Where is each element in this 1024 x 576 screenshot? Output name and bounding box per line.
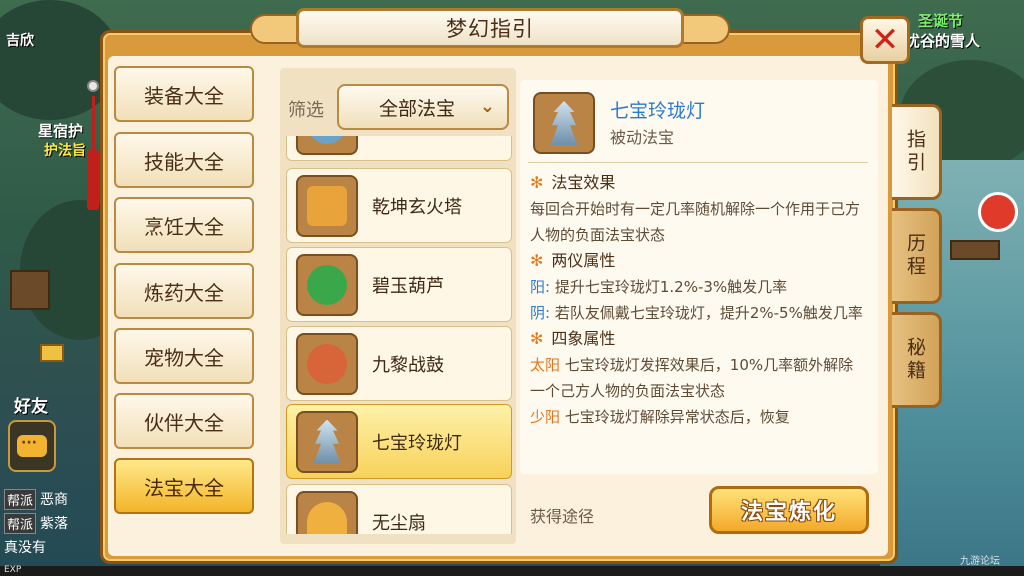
- menu-equipment[interactable]: 装备大全: [114, 66, 254, 122]
- section-heading: ✻ 两仪属性: [530, 248, 866, 274]
- menu-cooking[interactable]: 烹饪大全: [114, 197, 254, 253]
- friends-button[interactable]: 好友: [14, 392, 48, 417]
- flower-icon: ✻: [530, 173, 544, 192]
- tab-history[interactable]: 历程: [892, 208, 942, 304]
- list-item[interactable]: 无尘扇: [286, 484, 512, 534]
- menu-pets[interactable]: 宠物大全: [114, 328, 254, 384]
- treasure-type: 被动法宝: [610, 128, 675, 147]
- filter-dropdown[interactable]: 全部法宝 ⌄: [337, 84, 509, 130]
- chevron-down-icon: ⌄: [479, 96, 495, 117]
- taiyang-label: 太阳: [530, 356, 561, 374]
- obtain-method-label[interactable]: 获得途径: [530, 503, 594, 527]
- item-name: 乾坤玄火塔: [372, 196, 462, 218]
- filter-value: 全部法宝: [379, 97, 456, 120]
- exp-bar: EXP: [0, 565, 1024, 576]
- effect-title: 法宝效果: [551, 173, 616, 192]
- drum-icon: [296, 332, 358, 395]
- chat-message: 恶商: [40, 492, 69, 508]
- chat-row: 真没有: [0, 535, 100, 559]
- shaoyang-line: 少阳 七宝玲珑灯解除异常状态后，恢复: [530, 404, 866, 430]
- beast-icon: [296, 136, 358, 155]
- two-poles-title: 两仪属性: [551, 251, 616, 270]
- filter-label: 筛选: [288, 100, 324, 121]
- item-name: 七宝玲珑灯: [372, 432, 462, 454]
- chat-bubble-icon: [17, 435, 47, 457]
- refine-button[interactable]: 法宝炼化: [709, 486, 869, 534]
- gourd-icon: [296, 253, 358, 316]
- treasure-name: 七宝玲珑灯: [610, 100, 706, 122]
- treasure-description[interactable]: ✻ 法宝效果 每回合开始时有一定几率随机解除一个作用于己方人物的负面法宝状态 ✻…: [530, 170, 866, 430]
- yin-line: 阴: 若队友佩戴七宝玲珑灯，提升2%-5%触发几率: [530, 300, 866, 326]
- menu-treasures[interactable]: 法宝大全: [114, 458, 254, 514]
- title-banner: 梦幻指引: [250, 6, 730, 50]
- chat-button[interactable]: [8, 420, 56, 472]
- tab-secrets[interactable]: 秘籍: [892, 312, 942, 408]
- hud-player-name: 吉欣: [6, 33, 34, 49]
- yang-label: 阳:: [530, 278, 551, 296]
- taiyang-line: 太阳 七宝玲珑灯发挥效果后，10%几率额外解除一个己方人物的负面法宝状态: [530, 352, 866, 404]
- four-symbols-title: 四象属性: [551, 329, 616, 348]
- chat-message: 紫落: [40, 516, 69, 532]
- yang-line: 阳: 提升七宝玲珑灯1.2%-3%触发几率: [530, 274, 866, 300]
- yin-text: 若队友佩戴七宝玲珑灯，提升2%-5%触发几率: [554, 304, 863, 322]
- close-icon: ✕: [870, 20, 900, 60]
- yang-text: 提升七宝玲珑灯1.2%-3%触发几率: [554, 278, 788, 296]
- fire-tower-icon: [296, 174, 358, 237]
- lantern-icon: [533, 92, 595, 154]
- item-name: 九黎战鼓: [372, 354, 444, 376]
- close-button[interactable]: ✕: [860, 16, 910, 64]
- fan-icon: [296, 490, 358, 534]
- window-title: 梦幻指引: [446, 17, 534, 41]
- shaoyang-label: 少阳: [530, 408, 561, 426]
- list-item[interactable]: [286, 136, 512, 161]
- list-item[interactable]: 乾坤玄火塔: [286, 168, 512, 243]
- flower-icon: ✻: [530, 329, 544, 348]
- chat-channel-tag: 帮派: [4, 512, 37, 534]
- shaoyang-text: 七宝玲珑灯解除异常状态后，恢复: [564, 408, 790, 426]
- event-subtitle[interactable]: 忧谷的雪人: [905, 30, 980, 51]
- section-heading: ✻ 四象属性: [530, 326, 866, 352]
- list-item-selected[interactable]: 七宝玲珑灯: [286, 404, 512, 479]
- watermark: 九游论坛: [960, 556, 1000, 567]
- tassel-decoration: [86, 40, 100, 210]
- menu-alchemy[interactable]: 炼药大全: [114, 263, 254, 319]
- npc-title-label: 护法旨: [44, 143, 86, 159]
- event-title[interactable]: 圣诞节: [918, 10, 963, 31]
- exp-label: EXP: [4, 565, 22, 575]
- tab-guide[interactable]: 指引: [892, 104, 942, 200]
- item-name: 无尘扇: [372, 512, 426, 534]
- taiyang-text: 七宝玲珑灯发挥效果后，10%几率额外解除一个己方人物的负面法宝状态: [530, 356, 854, 400]
- divider: [528, 162, 868, 163]
- flower-icon: ✻: [530, 251, 544, 270]
- treasure-list[interactable]: 乾坤玄火塔 碧玉葫芦 九黎战鼓 七宝玲珑灯 无尘扇: [284, 136, 514, 534]
- list-item[interactable]: 九黎战鼓: [286, 326, 512, 401]
- chat-row: 帮派 恶商: [0, 487, 100, 511]
- mail-icon[interactable]: [40, 344, 64, 362]
- item-name: 碧玉葫芦: [372, 275, 444, 297]
- section-heading: ✻ 法宝效果: [530, 170, 866, 196]
- chat-row: 帮派 紫落: [0, 511, 100, 535]
- menu-skills[interactable]: 技能大全: [114, 132, 254, 188]
- list-item[interactable]: 碧玉葫芦: [286, 247, 512, 322]
- npc-name-label: 星宿护: [38, 122, 84, 140]
- effect-text: 每回合开始时有一定几率随机解除一个作用于己方人物的负面法宝状态: [530, 200, 861, 244]
- santa-event-icon[interactable]: [978, 192, 1018, 232]
- yin-label: 阴:: [530, 304, 551, 322]
- lantern-icon: [296, 410, 358, 473]
- chat-message: 真没有: [4, 540, 46, 556]
- menu-partners[interactable]: 伙伴大全: [114, 393, 254, 449]
- chat-log[interactable]: 帮派 恶商 帮派 紫落 真没有: [0, 487, 100, 559]
- chat-channel-tag: 帮派: [4, 488, 37, 510]
